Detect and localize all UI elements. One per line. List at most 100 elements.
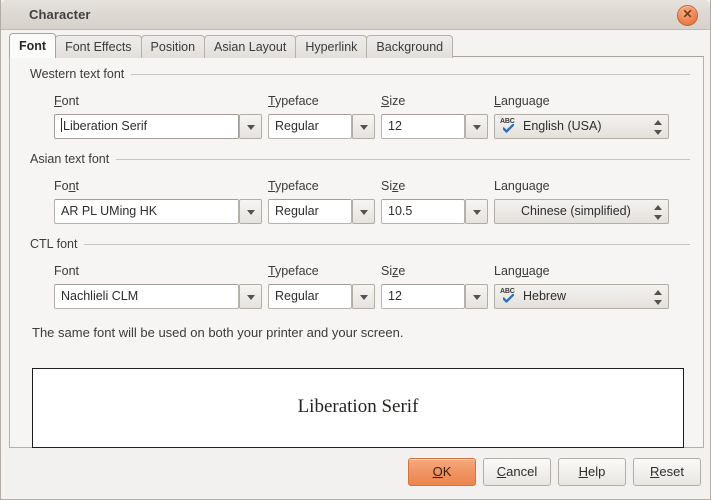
ctl-language-spinner[interactable]: [654, 289, 663, 306]
tab-asian-layout-label: Asian Layout: [214, 40, 287, 54]
ctl-group-title: CTL font: [30, 237, 78, 251]
ok-button[interactable]: OK: [408, 458, 476, 486]
preview-text: Liberation Serif: [295, 396, 421, 417]
western-group-rule: [131, 73, 690, 75]
tab-font[interactable]: Font: [9, 33, 57, 58]
ctl-font-value: Nachlieli CLM: [61, 289, 139, 303]
asian-size-dropdown-button[interactable]: [465, 199, 488, 224]
spinner-down-icon: [654, 130, 662, 135]
chevron-down-icon: [359, 124, 368, 130]
western-size-value: 12: [388, 119, 402, 133]
character-dialog: Character ✕ Font Font Effects Position A…: [0, 0, 711, 500]
ctl-typeface-label: Typeface: [268, 264, 319, 278]
tab-position-label: Position: [150, 40, 196, 54]
asian-typeface-dropdown-button[interactable]: [352, 199, 375, 224]
spinner-up-icon: [654, 290, 662, 295]
western-language-spinner[interactable]: [654, 119, 663, 136]
ctl-font-input[interactable]: Nachlieli CLM: [54, 284, 239, 309]
tab-background-label: Background: [376, 40, 444, 54]
ctl-size-value: 12: [388, 289, 402, 303]
western-typeface-dropdown-button[interactable]: [352, 114, 375, 139]
chevron-down-icon: [472, 209, 481, 215]
spinner-down-icon: [654, 300, 662, 305]
western-font-label: Font: [54, 94, 80, 108]
ctl-font-label: Font: [54, 264, 80, 278]
dialog-title: Character: [29, 7, 91, 22]
asian-typeface-label: Typeface: [268, 179, 319, 193]
close-button[interactable]: ✕: [677, 5, 698, 26]
cancel-button[interactable]: Cancel: [483, 458, 551, 486]
asian-size-input[interactable]: 10.5: [381, 199, 465, 224]
screen: Character ✕ Font Font Effects Position A…: [0, 0, 711, 500]
tab-hyperlink[interactable]: Hyperlink: [295, 35, 368, 58]
chevron-down-icon: [246, 209, 255, 215]
western-group-title: Western text font: [30, 67, 125, 81]
tab-position[interactable]: Position: [140, 35, 206, 58]
western-size-label: Size: [381, 94, 406, 108]
font-tab-panel: Western text font Font Typeface Size Lan…: [9, 56, 704, 448]
ctl-group-header: CTL font: [30, 237, 690, 251]
asian-font-label: Font: [54, 179, 80, 193]
western-typeface-input[interactable]: Regular: [268, 114, 352, 139]
chevron-down-icon: [472, 124, 481, 130]
western-group-header: Western text font: [30, 67, 690, 81]
reset-button[interactable]: Reset: [633, 458, 701, 486]
western-size-input[interactable]: 12: [381, 114, 465, 139]
tab-font-label: Font: [19, 39, 47, 53]
asian-group-title: Asian text font: [30, 152, 110, 166]
asian-group-header: Asian text font: [30, 152, 690, 166]
ctl-size-input[interactable]: 12: [381, 284, 465, 309]
ctl-language-value: Hebrew: [523, 289, 567, 303]
dialog-button-bar: OK Cancel Help Reset: [2, 449, 709, 498]
asian-group-rule: [116, 158, 690, 160]
asian-size-value: 10.5: [388, 204, 413, 218]
ctl-typeface-input[interactable]: Regular: [268, 284, 352, 309]
asian-language-spinner[interactable]: [654, 204, 663, 221]
asian-typeface-input[interactable]: Regular: [268, 199, 352, 224]
ctl-size-dropdown-button[interactable]: [465, 284, 488, 309]
chevron-down-icon: [359, 209, 368, 215]
ctl-typeface-value: Regular: [275, 289, 319, 303]
checkmark-icon: [503, 294, 514, 303]
asian-typeface-value: Regular: [275, 204, 319, 218]
ctl-language-combo[interactable]: ABC Hebrew: [494, 284, 669, 309]
checkmark-icon: [503, 124, 514, 133]
western-font-dropdown-button[interactable]: [239, 114, 262, 139]
tab-bar: Font Font Effects Position Asian Layout …: [9, 33, 454, 58]
printer-screen-info-text: The same font will be used on both your …: [32, 325, 404, 340]
ctl-typeface-dropdown-button[interactable]: [352, 284, 375, 309]
spellcheck-abc-icon: ABC: [500, 288, 518, 305]
tab-font-effects[interactable]: Font Effects: [55, 35, 142, 58]
spinner-down-icon: [654, 215, 662, 220]
spinner-up-icon: [654, 120, 662, 125]
tab-font-effects-label: Font Effects: [65, 40, 132, 54]
spellcheck-abc-icon: ABC: [500, 118, 518, 135]
preview-text-wrap: Liberation Serif: [33, 396, 683, 418]
asian-language-label: Language: [494, 179, 550, 193]
western-typeface-value: Regular: [275, 119, 319, 133]
western-size-dropdown-button[interactable]: [465, 114, 488, 139]
western-font-input[interactable]: Liberation Serif: [54, 114, 239, 139]
tab-hyperlink-label: Hyperlink: [305, 40, 358, 54]
western-font-value: Liberation Serif: [63, 119, 148, 133]
close-icon: ✕: [682, 7, 693, 21]
font-preview-box: Liberation Serif: [32, 368, 684, 448]
asian-language-value: Chinese (simplified): [521, 204, 631, 218]
asian-size-label: Size: [381, 179, 406, 193]
tab-asian-layout[interactable]: Asian Layout: [204, 35, 297, 58]
chevron-down-icon: [359, 294, 368, 300]
chevron-down-icon: [472, 294, 481, 300]
western-language-combo[interactable]: ABC English (USA): [494, 114, 669, 139]
asian-language-combo[interactable]: Chinese (simplified): [494, 199, 669, 224]
western-language-value: English (USA): [523, 119, 602, 133]
asian-font-dropdown-button[interactable]: [239, 199, 262, 224]
text-caret: [61, 118, 62, 132]
chevron-down-icon: [246, 124, 255, 130]
asian-font-value: AR PL UMing HK: [61, 204, 158, 218]
asian-font-input[interactable]: AR PL UMing HK: [54, 199, 239, 224]
ctl-font-dropdown-button[interactable]: [239, 284, 262, 309]
western-language-label: Language: [494, 94, 550, 108]
help-button[interactable]: Help: [558, 458, 626, 486]
tab-background[interactable]: Background: [366, 35, 454, 58]
ctl-group-rule: [84, 243, 690, 245]
